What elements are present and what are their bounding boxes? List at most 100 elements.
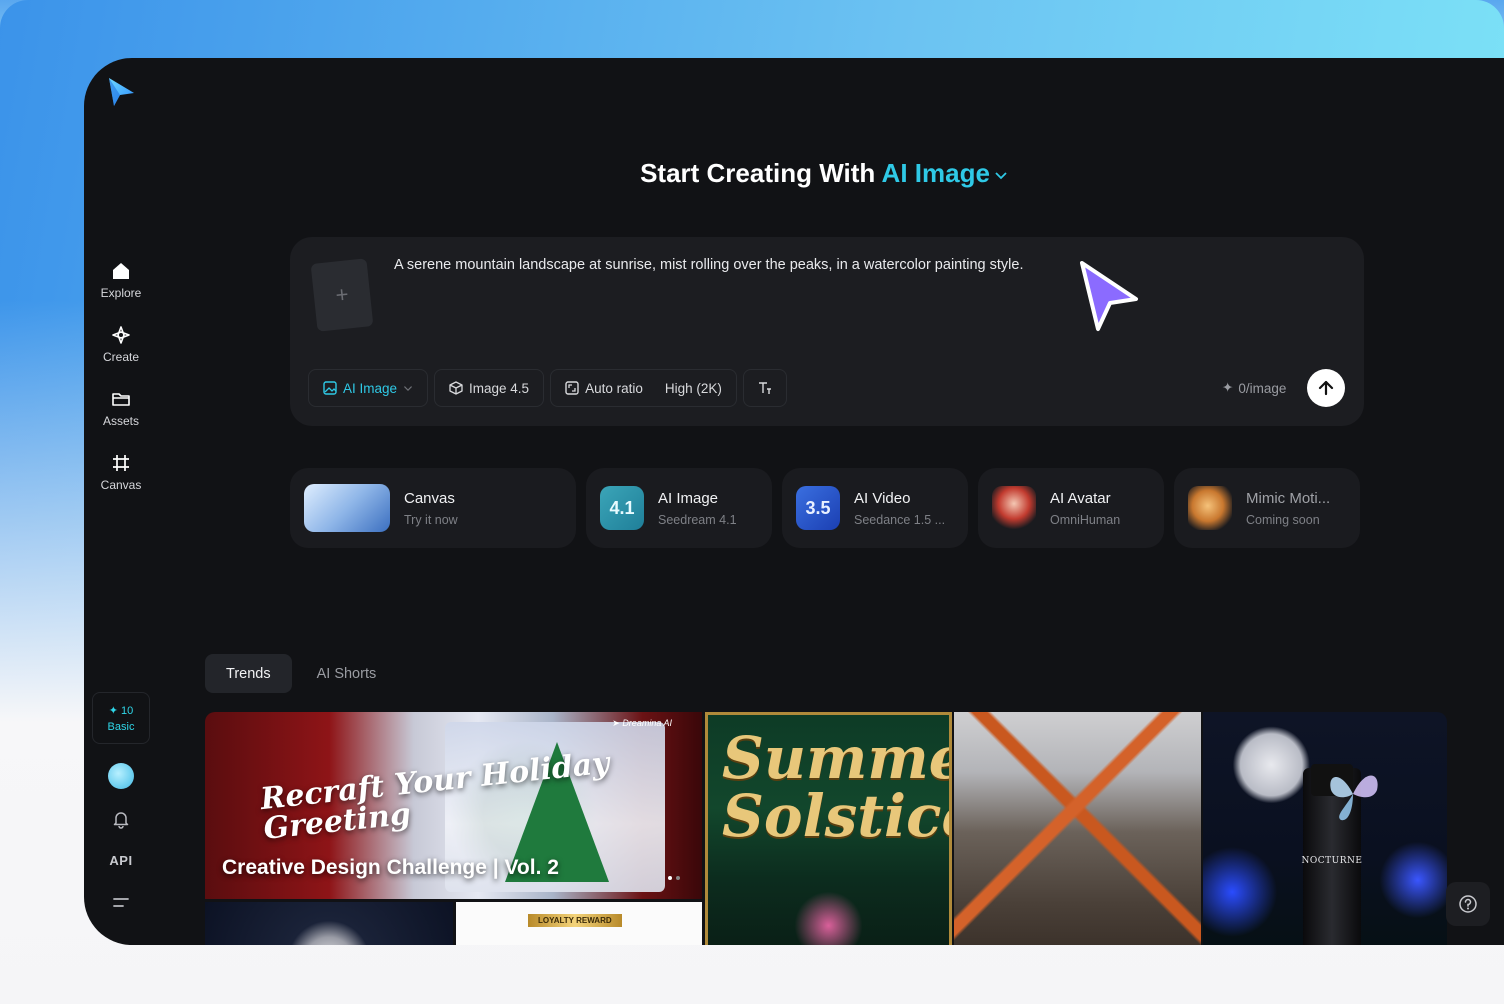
feature-subtitle: OmniHuman	[1050, 512, 1121, 527]
prompt-card: + A serene mountain landscape at sunrise…	[290, 237, 1364, 426]
feature-card-text: Canvas Try it now	[404, 490, 458, 527]
text-style-button[interactable]	[742, 369, 787, 407]
feature-subtitle: Coming soon	[1246, 512, 1320, 527]
question-icon	[1459, 895, 1477, 913]
logo-icon[interactable]	[106, 76, 136, 108]
banner-brand-label: Dreamina AI	[622, 718, 672, 728]
sparkle-icon	[112, 325, 130, 344]
mode-select-label: AI Image	[343, 380, 398, 396]
seedance-badge: 3.5	[796, 486, 840, 530]
trends-gallery: ➤ Dreamina AI Recraft Your Holiday Greet…	[205, 712, 1447, 945]
challenge-banner[interactable]: ➤ Dreamina AI Recraft Your Holiday Greet…	[205, 712, 702, 899]
sidebar-item-assets[interactable]: Assets	[84, 376, 158, 440]
sidebar-item-create[interactable]: Create	[84, 312, 158, 376]
feature-subtitle: Seedance 1.5 ...	[854, 512, 946, 527]
banner-brand: ➤ Dreamina AI	[612, 718, 672, 728]
image-icon	[323, 381, 337, 395]
ratio-quality-select[interactable]: Auto ratio High (2K)	[550, 369, 737, 407]
home-icon	[113, 262, 129, 279]
feed-tabs: Trends AI Shorts	[205, 654, 397, 693]
sidebar-item-label: Explore	[100, 285, 142, 300]
tab-ai-shorts[interactable]: AI Shorts	[296, 654, 398, 693]
cube-icon	[449, 381, 463, 395]
nocturne-label: NOCTURNE	[1301, 856, 1363, 866]
feature-title: AI Avatar	[1050, 489, 1111, 507]
credits-badge[interactable]: ✦ 10 Basic	[92, 692, 150, 744]
sparkle-icon: ✦	[1222, 380, 1234, 395]
feature-title: AI Video	[854, 489, 911, 507]
credits-count-value: 10	[121, 704, 134, 717]
bell-icon[interactable]	[111, 809, 131, 829]
page-title: Start Creating With AI Image	[84, 158, 1504, 189]
butterfly-art	[1330, 775, 1378, 821]
sidebar-item-label: Assets	[102, 413, 139, 428]
summer-solstice-title: Summer Solstice	[722, 724, 949, 850]
carousel-dots[interactable]	[668, 876, 680, 880]
gallery-item-summer-solstice[interactable]: Summer Solstice	[705, 712, 952, 945]
credits-count: ✦ 10	[108, 704, 134, 717]
feature-card-mimic-motion[interactable]: Mimic Moti... Coming soon	[1174, 468, 1360, 548]
chevron-down-icon	[995, 172, 1007, 180]
model-select-label: Image 4.5	[469, 380, 530, 396]
feature-title: AI Image	[658, 489, 719, 507]
avatar[interactable]	[108, 763, 134, 789]
feature-title: Mimic Moti...	[1246, 489, 1331, 507]
arrow-up-icon	[1318, 380, 1334, 396]
mode-switcher[interactable]: AI Image	[882, 158, 1008, 188]
ratio-label: Auto ratio	[585, 380, 643, 396]
help-button[interactable]	[1446, 882, 1490, 926]
chevron-down-icon	[404, 386, 413, 391]
sidebar-item-label: Canvas	[100, 477, 142, 492]
quality-label: High (2K)	[664, 380, 722, 396]
cost-indicator: ✦ 0/image	[1222, 380, 1286, 396]
mimic-thumbnail	[1188, 486, 1232, 530]
feature-card-text: Mimic Moti... Coming soon	[1246, 490, 1330, 527]
frame-icon	[113, 454, 129, 471]
model-select[interactable]: Image 4.5	[434, 369, 545, 407]
gallery-item-loyalty[interactable]: LOYALTY REWARD	[456, 902, 702, 945]
feature-card-ai-avatar[interactable]: AI Avatar OmniHuman	[978, 468, 1164, 548]
menu-icon[interactable]	[113, 896, 129, 910]
cost-label: 0/image	[1238, 380, 1287, 396]
folder-icon	[112, 392, 130, 406]
gallery-item-nocturne[interactable]: NOCTURNE	[1203, 712, 1447, 945]
sidebar-item-explore[interactable]: Explore	[84, 248, 158, 312]
sidebar-item-label: Create	[102, 349, 140, 364]
aspect-ratio-icon	[565, 381, 579, 395]
canvas-thumbnail	[304, 484, 390, 532]
feature-card-text: AI Video Seedance 1.5 ...	[854, 490, 945, 527]
upload-reference-button[interactable]: +	[310, 258, 374, 332]
feature-subtitle: Seedream 4.1	[658, 512, 737, 527]
mode-select[interactable]: AI Image	[308, 369, 429, 407]
seedream-badge: 4.1	[600, 486, 644, 530]
pointer-cursor-icon	[1080, 261, 1138, 331]
avatar-thumbnail	[992, 486, 1036, 530]
app-window: Explore Create Assets Canvas ✦ 10 Basic …	[84, 58, 1504, 945]
feature-cards: Canvas Try it now 4.1 AI Image Seedream …	[290, 468, 1360, 548]
gallery-item-moon[interactable]	[205, 902, 453, 945]
feature-subtitle: Try it now	[404, 512, 458, 527]
feature-title: Canvas	[404, 489, 455, 507]
loyalty-badge: LOYALTY REWARD	[528, 914, 622, 927]
page-title-prefix: Start Creating With	[640, 158, 876, 188]
sidebar-item-canvas[interactable]: Canvas	[84, 440, 158, 504]
plus-icon: +	[334, 281, 350, 308]
feature-card-text: AI Image Seedream 4.1	[658, 490, 737, 527]
prompt-input[interactable]: A serene mountain landscape at sunrise, …	[394, 257, 1023, 273]
tab-trends[interactable]: Trends	[205, 654, 292, 693]
feature-card-text: AI Avatar OmniHuman	[1050, 490, 1120, 527]
text-format-icon	[758, 382, 771, 394]
feature-card-ai-image[interactable]: 4.1 AI Image Seedream 4.1	[586, 468, 772, 548]
feature-card-ai-video[interactable]: 3.5 AI Video Seedance 1.5 ...	[782, 468, 968, 548]
carousel-dot[interactable]	[668, 876, 672, 880]
sidebar-nav: Explore Create Assets Canvas	[84, 248, 158, 504]
generate-button[interactable]	[1307, 369, 1345, 407]
gallery-item-architecture[interactable]	[954, 712, 1201, 945]
api-link[interactable]: API	[84, 853, 158, 868]
feature-card-canvas[interactable]: Canvas Try it now	[290, 468, 576, 548]
banner-caption: Creative Design Challenge | Vol. 2	[222, 856, 559, 879]
prompt-toolbar: AI Image Image 4.5 Auto ratio High (2K)	[308, 369, 787, 407]
carousel-dot[interactable]	[676, 876, 680, 880]
plan-tier: Basic	[107, 720, 135, 733]
mode-switcher-label: AI Image	[881, 158, 990, 188]
